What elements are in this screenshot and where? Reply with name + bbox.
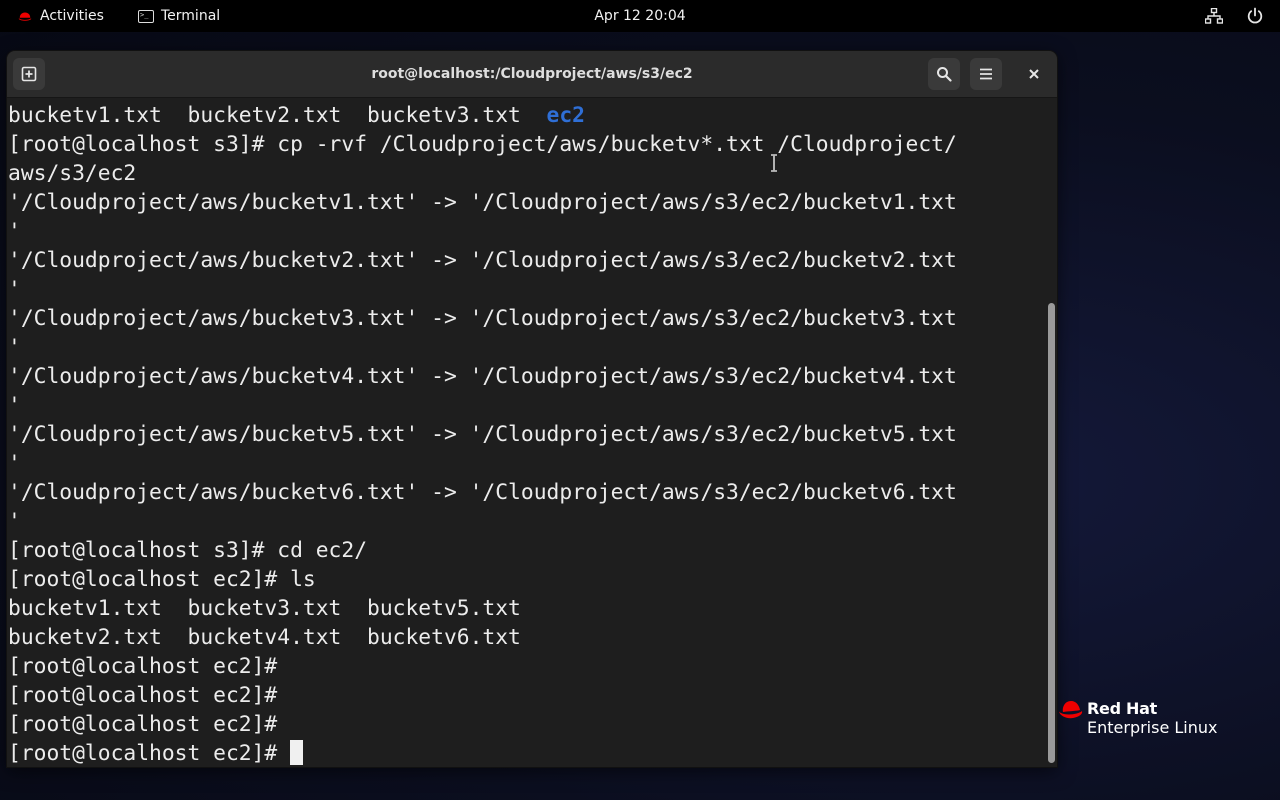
terminal-line-text: ' bbox=[8, 393, 21, 418]
branding-line2: Enterprise Linux bbox=[1087, 718, 1218, 737]
search-icon bbox=[937, 67, 952, 82]
terminal-line-text: '/Cloudproject/aws/bucketv6.txt' -> '/Cl… bbox=[8, 480, 957, 505]
terminal-line: [root@localhost ec2]# bbox=[8, 710, 1048, 739]
terminal-line-text: ' bbox=[8, 277, 21, 302]
app-menu-terminal[interactable]: >_ Terminal bbox=[138, 0, 220, 32]
terminal-line: '/Cloudproject/aws/bucketv2.txt' -> '/Cl… bbox=[8, 246, 1048, 275]
terminal-line: ' bbox=[8, 391, 1048, 420]
new-tab-icon bbox=[21, 66, 37, 82]
terminal-line-text: bucketv1.txt bucketv3.txt bucketv5.txt bbox=[8, 596, 521, 621]
terminal-line: bucketv2.txt bucketv4.txt bucketv6.txt bbox=[8, 623, 1048, 652]
terminal-line: [root@localhost ec2]# bbox=[8, 739, 1048, 767]
activities-label: Activities bbox=[40, 8, 104, 24]
redhat-icon bbox=[18, 12, 32, 21]
terminal-line: '/Cloudproject/aws/bucketv4.txt' -> '/Cl… bbox=[8, 362, 1048, 391]
terminal-line: ' bbox=[8, 217, 1048, 246]
window-headerbar: root@localhost:/Cloudproject/aws/s3/ec2 bbox=[7, 51, 1057, 98]
window-title: root@localhost:/Cloudproject/aws/s3/ec2 bbox=[371, 66, 693, 82]
power-icon[interactable] bbox=[1246, 7, 1264, 25]
terminal-line: bucketv1.txt bucketv3.txt bucketv5.txt bbox=[8, 594, 1048, 623]
terminal-line-text: [root@localhost ec2]# bbox=[8, 683, 278, 708]
terminal-line-text: [root@localhost ec2]# bbox=[8, 712, 278, 737]
directory-entry: ec2 bbox=[546, 103, 585, 128]
terminal-line: [root@localhost ec2]# bbox=[8, 652, 1048, 681]
terminal-line: ' bbox=[8, 275, 1048, 304]
terminal-line: '/Cloudproject/aws/bucketv5.txt' -> '/Cl… bbox=[8, 420, 1048, 449]
clock-button[interactable]: Apr 12 20:04 bbox=[594, 8, 685, 24]
search-button[interactable] bbox=[928, 58, 960, 90]
terminal-line: bucketv1.txt bucketv2.txt bucketv3.txt e… bbox=[8, 101, 1048, 130]
terminal-line-text: ' bbox=[8, 509, 21, 534]
terminal-line-text: [root@localhost s3]# cp -rvf /Cloudproje… bbox=[8, 132, 957, 157]
terminal-line-text: '/Cloudproject/aws/bucketv1.txt' -> '/Cl… bbox=[8, 190, 957, 215]
terminal-cursor bbox=[290, 740, 304, 765]
terminal-line: '/Cloudproject/aws/bucketv1.txt' -> '/Cl… bbox=[8, 188, 1048, 217]
menu-button[interactable] bbox=[970, 58, 1002, 90]
close-icon bbox=[1029, 69, 1039, 79]
terminal-line: ' bbox=[8, 507, 1048, 536]
terminal-line-text: '/Cloudproject/aws/bucketv2.txt' -> '/Cl… bbox=[8, 248, 957, 273]
terminal-line-text: [root@localhost ec2]# bbox=[8, 741, 291, 766]
terminal-line-text: [root@localhost ec2]# bbox=[8, 654, 278, 679]
terminal-line: [root@localhost s3]# cp -rvf /Cloudproje… bbox=[8, 130, 1048, 159]
terminal-line-text: ' bbox=[8, 219, 21, 244]
terminal-line: [root@localhost ec2]# ls bbox=[8, 565, 1048, 594]
redhat-logo-icon bbox=[1059, 701, 1083, 719]
terminal-line-text: ' bbox=[8, 451, 21, 476]
terminal-line-text: bucketv1.txt bucketv2.txt bucketv3.txt bbox=[8, 103, 547, 128]
terminal-line: aws/s3/ec2 bbox=[8, 159, 1048, 188]
new-tab-button[interactable] bbox=[13, 58, 45, 90]
hamburger-menu-icon bbox=[980, 68, 992, 80]
scrollbar-thumb[interactable] bbox=[1048, 303, 1055, 763]
app-menu-label: Terminal bbox=[161, 8, 221, 24]
terminal-line: [root@localhost s3]# cd ec2/ bbox=[8, 536, 1048, 565]
top-bar: Activities >_ Terminal Apr 12 20:04 bbox=[0, 0, 1280, 32]
terminal-line-text: [root@localhost s3]# cd ec2/ bbox=[8, 538, 368, 563]
redhat-enterprise-linux-logo: Red Hat Enterprise Linux bbox=[1058, 698, 1258, 742]
terminal-line-text: aws/s3/ec2 bbox=[8, 161, 137, 186]
network-icon[interactable] bbox=[1205, 8, 1223, 24]
activities-button[interactable]: Activities bbox=[18, 0, 104, 32]
terminal-output[interactable]: bucketv1.txt bucketv2.txt bucketv3.txt e… bbox=[7, 98, 1048, 767]
text-cursor-icon bbox=[771, 154, 777, 172]
close-button[interactable] bbox=[1018, 58, 1050, 90]
terminal-line-text: '/Cloudproject/aws/bucketv3.txt' -> '/Cl… bbox=[8, 306, 957, 331]
terminal-line-text: bucketv2.txt bucketv4.txt bucketv6.txt bbox=[8, 625, 521, 650]
terminal-line-text: [root@localhost ec2]# ls bbox=[8, 567, 316, 592]
terminal-line: '/Cloudproject/aws/bucketv3.txt' -> '/Cl… bbox=[8, 304, 1048, 333]
terminal-line: ' bbox=[8, 333, 1048, 362]
branding-line1: Red Hat bbox=[1087, 699, 1157, 718]
terminal-line: [root@localhost ec2]# bbox=[8, 681, 1048, 710]
terminal-icon: >_ bbox=[138, 9, 154, 23]
terminal-line: ' bbox=[8, 449, 1048, 478]
terminal-window: root@localhost:/Cloudproject/aws/s3/ec2 … bbox=[7, 51, 1057, 767]
terminal-line-text: '/Cloudproject/aws/bucketv4.txt' -> '/Cl… bbox=[8, 364, 957, 389]
terminal-line-text: '/Cloudproject/aws/bucketv5.txt' -> '/Cl… bbox=[8, 422, 957, 447]
terminal-line: '/Cloudproject/aws/bucketv6.txt' -> '/Cl… bbox=[8, 478, 1048, 507]
terminal-line-text: ' bbox=[8, 335, 21, 360]
